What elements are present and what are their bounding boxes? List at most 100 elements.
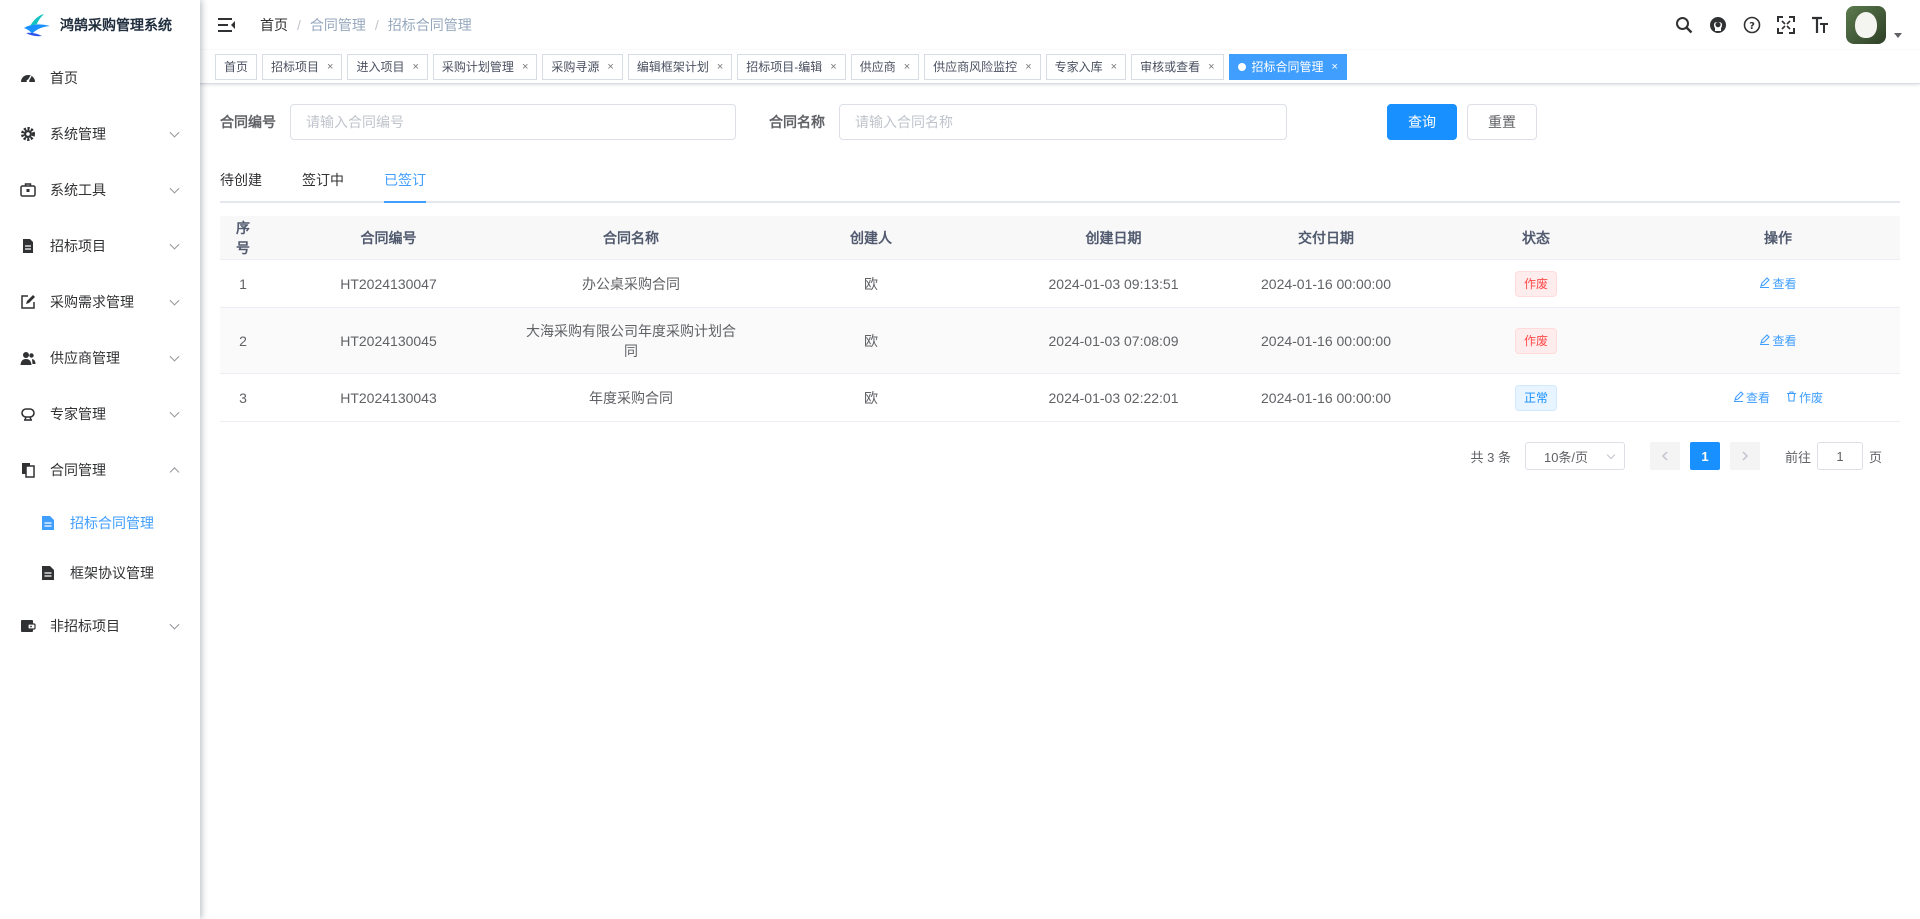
sidebar-item-label: 非招标项目 xyxy=(50,618,120,634)
header-name: 合同名称 xyxy=(603,229,659,246)
goto-page-input[interactable]: 1 xyxy=(1816,442,1863,470)
sidebar-subitem-0[interactable]: 招标合同管理 xyxy=(0,498,200,548)
close-icon[interactable]: × xyxy=(327,61,333,73)
avatar[interactable] xyxy=(1846,6,1886,44)
cell-creator: 欧 xyxy=(864,275,878,292)
chevron-down-icon xyxy=(169,351,180,362)
reset-button[interactable]: 重置 xyxy=(1467,104,1537,140)
header-created: 创建日期 xyxy=(1085,229,1142,246)
tag-10[interactable]: 审核或查看 × xyxy=(1131,53,1224,80)
tab-to-create[interactable]: 待创建 xyxy=(220,171,262,203)
tab-signing[interactable]: 签订中 xyxy=(302,171,344,203)
close-icon[interactable]: × xyxy=(1111,61,1117,73)
dashboard-icon xyxy=(20,70,36,86)
sidebar-item-label: 系统工具 xyxy=(50,182,106,198)
action-label: 查看 xyxy=(1745,391,1770,405)
view-button[interactable]: 查看 xyxy=(1759,331,1797,351)
close-icon[interactable]: × xyxy=(1025,61,1031,73)
cell-name: 年度采购合同 xyxy=(589,389,673,406)
fullscreen-icon[interactable] xyxy=(1776,15,1796,35)
view-button[interactable]: 查看 xyxy=(1759,274,1797,294)
prev-page-button[interactable] xyxy=(1649,442,1680,470)
tag-5[interactable]: 编辑框架计划 × xyxy=(627,53,733,80)
sidebar-item-5[interactable]: 供应商管理 xyxy=(0,330,200,386)
search-icon[interactable] xyxy=(1674,15,1694,35)
view-button[interactable]: 查看 xyxy=(1733,388,1770,408)
sidebar-item-1[interactable]: 系统管理 xyxy=(0,106,200,162)
edit-icon xyxy=(20,294,36,310)
delete-icon xyxy=(1786,388,1799,408)
tag-11[interactable]: 招标合同管理 × xyxy=(1228,53,1347,80)
tag-7[interactable]: 供应商 × xyxy=(850,53,920,80)
sidebar-item-3[interactable]: 招标项目 xyxy=(0,218,200,274)
page-jumper: 前往 1 页 xyxy=(1785,442,1882,470)
chevron-right-icon xyxy=(1742,451,1749,461)
header-actions: 操作 xyxy=(1764,229,1792,246)
page-size-select[interactable]: 10条/页 xyxy=(1524,442,1625,470)
sidebar-item-7[interactable]: 合同管理 xyxy=(0,442,200,498)
cell-code: HT2024130045 xyxy=(340,332,437,349)
tag-4[interactable]: 采购寻源 × xyxy=(542,53,623,80)
tag-8[interactable]: 供应商风险监控 × xyxy=(924,53,1041,80)
github-icon[interactable] xyxy=(1708,15,1728,35)
close-icon[interactable]: × xyxy=(904,61,910,73)
tag-6[interactable]: 招标项目-编辑 × xyxy=(737,53,846,80)
contract-name-input[interactable]: 请输入合同名称 xyxy=(839,104,1287,140)
page-1-button[interactable]: 1 xyxy=(1689,442,1720,470)
tag-label: 编辑框架计划 xyxy=(636,60,709,74)
action-label: 查看 xyxy=(1772,334,1797,348)
font-size-icon[interactable] xyxy=(1810,15,1830,35)
sidebar-item-8[interactable]: 非招标项目 xyxy=(0,598,200,654)
tab-signed[interactable]: 已签订 xyxy=(384,171,426,203)
close-icon[interactable]: × xyxy=(522,61,528,73)
query-button[interactable]: 查询 xyxy=(1387,104,1457,140)
action-label: 查看 xyxy=(1772,277,1797,291)
close-icon[interactable]: × xyxy=(607,61,613,73)
caret-down-icon[interactable] xyxy=(1894,32,1902,38)
close-icon[interactable]: × xyxy=(717,61,723,73)
cell-code: HT2024130043 xyxy=(340,389,437,406)
header-no: 序号 xyxy=(236,219,250,256)
status-badge: 正常 xyxy=(1514,384,1557,411)
sidebar-item-2[interactable]: 系统工具 xyxy=(0,162,200,218)
cell-actions: 查看 作废 xyxy=(1656,387,1900,408)
tag-1[interactable]: 招标项目 × xyxy=(262,53,343,80)
sidebar-item-4[interactable]: 采购需求管理 xyxy=(0,274,200,330)
void-button[interactable]: 作废 xyxy=(1786,388,1823,408)
sidebar-item-6[interactable]: 专家管理 xyxy=(0,386,200,442)
tag-3[interactable]: 采购计划管理 × xyxy=(432,53,538,80)
sidebar-subitem-1[interactable]: 框架协议管理 xyxy=(0,548,200,598)
cell-no: 2 xyxy=(239,332,247,349)
hamburger-icon[interactable] xyxy=(218,18,236,32)
breadcrumb: 首页 / 合同管理 / 招标合同管理 xyxy=(260,15,472,35)
sidebar: 鸿鹄采购管理系统 首页 系统管理系统工具招标项目 采购需求管理 供应商管理 专家管理 合同… xyxy=(0,0,200,919)
toolbox-icon xyxy=(20,182,36,198)
close-icon[interactable]: × xyxy=(1332,61,1338,73)
cell-creator: 欧 xyxy=(864,389,878,406)
cell-creator: 欧 xyxy=(864,332,878,349)
tag-label: 招标项目-编辑 xyxy=(746,60,823,74)
header-status: 状态 xyxy=(1522,229,1550,246)
breadcrumb-home[interactable]: 首页 xyxy=(260,15,288,35)
breadcrumb-current: 招标合同管理 xyxy=(387,17,472,33)
question-icon[interactable]: ? xyxy=(1742,15,1762,35)
chevron-left-icon xyxy=(1661,451,1668,461)
header-code: 合同编号 xyxy=(360,229,417,246)
edit-icon xyxy=(1759,274,1772,294)
gear-icon xyxy=(20,126,36,142)
close-icon[interactable]: × xyxy=(830,61,836,73)
tag-0[interactable]: 首页 xyxy=(215,53,258,80)
contract-no-input[interactable]: 请输入合同编号 xyxy=(290,104,736,140)
table-row: 3 HT2024130043 年度采购合同 欧 2024-01-03 02:22:01 2… xyxy=(220,374,1900,422)
table-row: 1 HT2024130047 办公桌采购合同 欧 2024-01-03 09:13:51… xyxy=(220,260,1900,308)
close-icon[interactable]: × xyxy=(412,61,418,73)
sidebar-item-0[interactable]: 首页 xyxy=(0,50,200,106)
close-icon[interactable]: × xyxy=(1208,61,1214,73)
chevron-up-icon xyxy=(169,467,180,478)
table-header: 序号 合同编号 合同名称 创建人 创建日期 交付日期 状态 操作 xyxy=(220,216,1900,260)
tag-9[interactable]: 专家入库 × xyxy=(1045,53,1127,80)
tag-2[interactable]: 进入项目 × xyxy=(347,53,428,80)
next-page-button[interactable] xyxy=(1729,442,1760,470)
cell-delivery: 2024-01-16 00:00:00 xyxy=(1261,389,1391,406)
logo[interactable]: 鸿鹄采购管理系统 xyxy=(0,0,200,50)
